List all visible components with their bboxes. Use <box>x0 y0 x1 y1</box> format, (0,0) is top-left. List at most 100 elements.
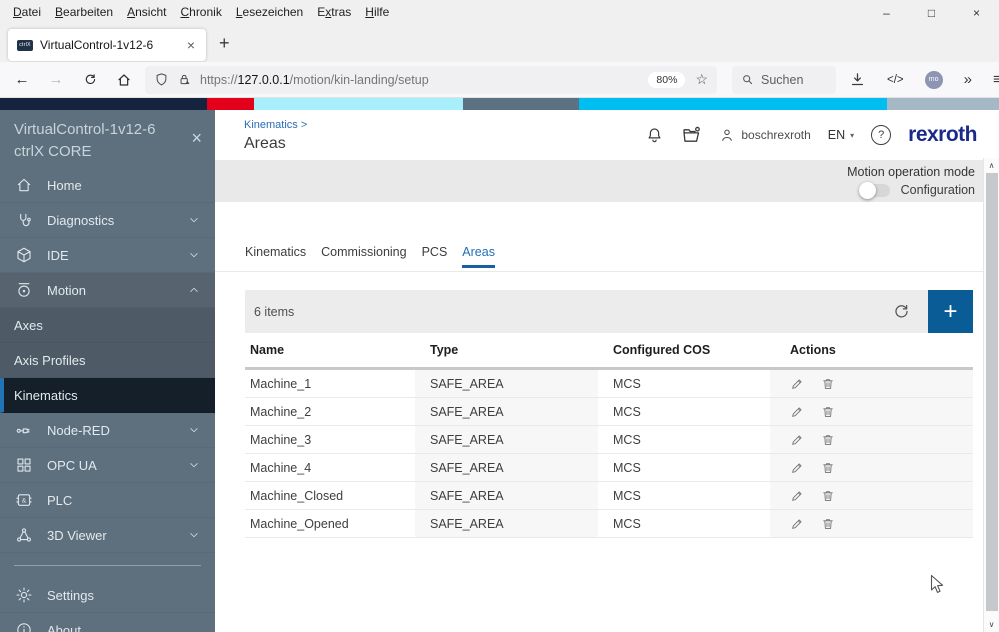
address-bar[interactable]: https://127.0.0.1/motion/kin-landing/set… <box>145 65 717 94</box>
devtools-icon[interactable]: </> <box>887 74 904 86</box>
tab-pcs[interactable]: PCS <box>422 245 448 268</box>
overflow-menu-icon[interactable]: » <box>964 71 972 88</box>
breadcrumb[interactable]: Kinematics > <box>244 119 307 131</box>
zoom-level-badge[interactable]: 80% <box>648 71 686 88</box>
chevron-down-icon <box>187 248 201 262</box>
minimize-button[interactable]: – <box>864 0 909 25</box>
reload-button[interactable] <box>73 72 107 87</box>
edit-button[interactable] <box>790 405 804 419</box>
language-selector[interactable]: EN ▾ <box>828 128 854 142</box>
viewer-3d-icon <box>14 525 34 545</box>
sidebar-item-node-red[interactable]: Node-RED <box>0 413 215 448</box>
tab-commissioning[interactable]: Commissioning <box>321 245 406 268</box>
delete-button[interactable] <box>821 461 835 475</box>
sidebar-item-home[interactable]: Home <box>0 168 215 203</box>
chevron-down-icon <box>187 213 201 227</box>
cell-type: SAFE_AREA <box>415 482 598 509</box>
sidebar-item-label: Diagnostics <box>47 212 115 228</box>
sidebar-item-opc-ua[interactable]: OPC UA <box>0 448 215 483</box>
edit-button[interactable] <box>790 461 804 475</box>
cell-configured-cos: MCS <box>613 460 641 475</box>
delete-button[interactable] <box>821 433 835 447</box>
refresh-button[interactable] <box>892 302 911 321</box>
scrollbar-thumb[interactable] <box>986 173 998 611</box>
scroll-down-icon[interactable]: ∨ <box>984 620 999 629</box>
row-actions <box>770 370 973 397</box>
menu-bearbeiten[interactable]: Bearbeiten <box>48 3 120 21</box>
ide-icon <box>14 245 34 265</box>
forward-button[interactable]: → <box>39 71 73 88</box>
lock-warning-icon[interactable] <box>177 72 192 87</box>
about-icon <box>14 620 34 632</box>
sidebar-item-plc[interactable]: & PLC <box>0 483 215 518</box>
back-button[interactable]: ← <box>5 71 39 88</box>
sidebar-close-icon[interactable]: × <box>191 127 202 149</box>
downloads-icon[interactable] <box>849 71 866 88</box>
help-button[interactable]: ? <box>871 125 892 145</box>
sidebar-item-settings[interactable]: Settings <box>0 578 215 613</box>
app-overview-folder-icon[interactable] <box>681 125 702 146</box>
sidebar-item-kinematics[interactable]: Kinematics <box>0 378 215 413</box>
maximize-button[interactable]: □ <box>909 0 954 25</box>
tab-kinematics[interactable]: Kinematics <box>245 245 306 268</box>
scroll-up-icon[interactable]: ∧ <box>984 161 999 170</box>
edit-button[interactable] <box>790 433 804 447</box>
sidebar-item-axis-profiles[interactable]: Axis Profiles <box>0 343 215 378</box>
tab-areas[interactable]: Areas <box>462 245 495 268</box>
menu-chronik[interactable]: Chronik <box>173 3 228 21</box>
menu-extras[interactable]: Extras <box>310 3 358 21</box>
add-area-button[interactable]: + <box>928 290 973 333</box>
home-button[interactable] <box>107 72 141 88</box>
cell-configured-cos: MCS <box>613 376 641 391</box>
mode-toggle[interactable] <box>858 181 890 199</box>
table-row: Machine_4 SAFE_AREA MCS <box>245 454 973 482</box>
sidebar-item-label: 3D Viewer <box>47 527 107 543</box>
browser-menu-bar: Datei Bearbeiten Ansicht Chronik Lesezeichen… <box>0 0 999 24</box>
menu-ansicht[interactable]: Ansicht <box>120 3 173 21</box>
user-menu[interactable]: boschrexroth <box>719 127 811 143</box>
shield-icon[interactable] <box>154 72 169 87</box>
bookmark-star-icon[interactable]: ☆ <box>695 71 708 88</box>
search-bar[interactable]: Suchen <box>732 65 836 94</box>
sidebar-item-about[interactable]: About <box>0 613 215 632</box>
cell-name: Machine_1 <box>250 376 312 391</box>
sidebar-item-label: Kinematics <box>14 387 78 403</box>
items-toolbar: 6 items + <box>245 290 973 333</box>
menu-lesezeichen[interactable]: Lesezeichen <box>229 3 310 21</box>
sidebar-item-ide[interactable]: IDE <box>0 238 215 273</box>
sidebar-item-axes[interactable]: Axes <box>0 308 215 343</box>
tabs-divider <box>215 271 983 272</box>
sidebar-item-label: OPC UA <box>47 457 97 473</box>
row-actions <box>770 454 973 481</box>
edit-button[interactable] <box>790 377 804 391</box>
sidebar-item-diagnostics[interactable]: Diagnostics <box>0 203 215 238</box>
url-text[interactable]: https://127.0.0.1/motion/kin-landing/set… <box>200 73 648 87</box>
sidebar-item-3d-viewer[interactable]: 3D Viewer <box>0 518 215 553</box>
sidebar-item-motion[interactable]: Motion <box>0 273 215 308</box>
items-count: 6 items <box>254 304 295 319</box>
brand-strip <box>0 98 999 110</box>
new-tab-button[interactable]: + <box>219 33 230 54</box>
delete-button[interactable] <box>821 377 835 391</box>
delete-button[interactable] <box>821 489 835 503</box>
delete-button[interactable] <box>821 405 835 419</box>
cell-name: Machine_Closed <box>250 488 344 503</box>
edit-button[interactable] <box>790 489 804 503</box>
delete-button[interactable] <box>821 517 835 531</box>
browser-tab[interactable]: ctrlX VirtualControl-1v12-6 × <box>8 29 206 61</box>
edit-button[interactable] <box>790 517 804 531</box>
toolbar-icons: </> mo » ≡ <box>849 70 999 89</box>
close-button[interactable]: × <box>954 0 999 25</box>
page-scrollbar[interactable]: ∧ ∨ <box>983 158 999 632</box>
app-menu-icon[interactable]: ≡ <box>993 71 999 88</box>
mode-banner-label: Motion operation mode <box>847 165 975 179</box>
cell-configured-cos: MCS <box>613 432 641 447</box>
chevron-up-icon <box>187 283 201 297</box>
account-avatar[interactable]: mo <box>924 70 943 89</box>
tab-close-icon[interactable]: × <box>185 37 197 53</box>
brand-strip-segment-0 <box>0 98 207 110</box>
mode-banner: Motion operation mode Configuration <box>215 160 983 202</box>
menu-datei[interactable]: Datei <box>6 3 48 21</box>
notifications-bell-icon[interactable] <box>645 126 664 145</box>
menu-hilfe[interactable]: Hilfe <box>358 3 396 21</box>
